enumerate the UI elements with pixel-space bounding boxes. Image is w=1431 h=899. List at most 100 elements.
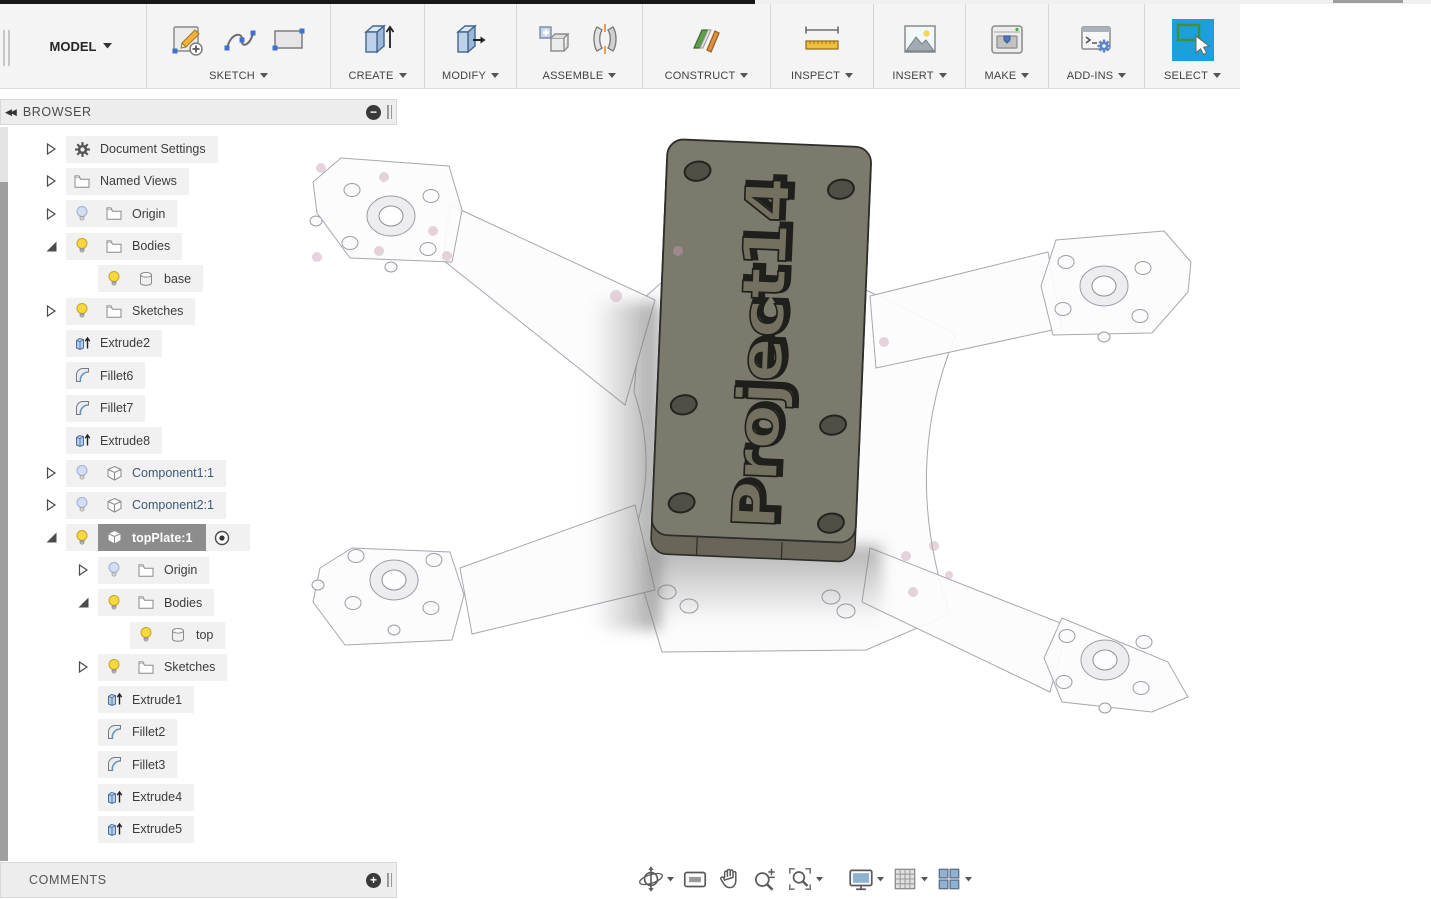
activate-component-radio-icon[interactable] [206,524,238,551]
plus-circle-icon[interactable]: + [366,873,381,888]
fit-tool[interactable] [784,864,825,894]
tree-item-label: Sketches [132,304,183,318]
tree-row-extrude2[interactable]: Extrude2 [0,330,162,357]
measure-tool-icon[interactable] [800,20,844,60]
arrow-spacer [36,427,66,454]
chevron-down-icon [921,877,928,882]
tree-item-label: Fillet6 [100,369,133,383]
tree-row-origin[interactable]: Origin [0,200,177,227]
visibility-bulb-icon[interactable] [66,524,98,551]
spline-tool-icon[interactable] [219,20,259,60]
tree-row-top[interactable]: top [0,622,225,649]
arrow-spacer [68,816,98,843]
visibility-bulb-icon[interactable] [66,233,98,260]
insert-image-icon[interactable] [900,20,940,60]
select-menu[interactable]: SELECT [1164,70,1221,85]
expand-arrow-icon[interactable] [36,460,66,487]
visibility-bulb-icon[interactable] [66,298,98,325]
viewports-tool[interactable] [933,864,974,894]
press-pull-tool-icon[interactable] [451,20,491,60]
expand-arrow-icon[interactable] [68,654,98,681]
visibility-bulb-icon[interactable] [66,200,98,227]
construction-plane-icon[interactable] [687,20,727,60]
orbit-tool[interactable] [635,864,676,894]
workspace-selector[interactable]: MODEL [16,4,146,88]
assemble-menu[interactable]: ASSEMBLE [543,70,617,85]
expand-arrow-icon[interactable] [36,298,66,325]
chevron-down-icon [103,43,112,49]
tree-row-fillet2[interactable]: Fillet2 [0,719,177,746]
joint-tool-icon[interactable] [585,20,625,60]
collapse-arrow-icon[interactable] [36,233,66,260]
toolbar-group-create: CREATE [330,4,424,88]
rectangle-tool-icon[interactable] [269,20,309,60]
tree-row-extrude8[interactable]: Extrude8 [0,427,162,454]
comments-panel-header[interactable]: COMMENTS + [0,862,397,898]
insert-menu[interactable]: INSERT [892,70,946,85]
zoom-tool[interactable] [749,864,781,894]
chevron-down-icon [1118,73,1126,79]
extrude-tool-icon[interactable] [358,20,398,60]
display-settings-tool[interactable] [845,864,886,894]
collapse-arrow-icon[interactable] [68,589,98,616]
arrow-spacer [36,330,66,357]
tree-row-sketches[interactable]: Sketches [0,654,227,681]
tree-row-sketches[interactable]: Sketches [0,298,195,325]
display-settings-icon [847,865,875,893]
tree-row-fillet7[interactable]: Fillet7 [0,395,145,422]
chevron-down-icon [965,877,972,882]
tree-row-extrude1[interactable]: Extrude1 [0,686,194,713]
tree-row-extrude4[interactable]: Extrude4 [0,784,194,811]
selected-item-highlight[interactable]: topPlate:1 [98,524,206,551]
tree-row-document-settings[interactable]: Document Settings [0,136,218,163]
expand-arrow-icon[interactable] [36,492,66,519]
toolbar-group-sketch: SKETCH [146,4,330,88]
create-menu[interactable]: CREATE [348,70,406,85]
expand-arrow-icon[interactable] [36,200,66,227]
collapse-arrow-icon[interactable] [36,524,66,551]
visibility-bulb-icon[interactable] [98,557,130,584]
expand-arrow-icon[interactable] [36,136,66,163]
tree-row-component1-1[interactable]: Component1:1 [0,460,226,487]
tree-row-fillet3[interactable]: Fillet3 [0,751,177,778]
modify-menu[interactable]: MODIFY [442,70,499,85]
tree-item-label: Extrude2 [100,336,150,350]
expand-arrow-icon[interactable] [68,557,98,584]
arrow-spacer [68,686,98,713]
visibility-bulb-icon[interactable] [98,589,130,616]
visibility-bulb-icon[interactable] [98,654,130,681]
tree-row-base[interactable]: base [0,265,203,292]
tree-row-named-views[interactable]: Named Views [0,168,189,195]
tree-row-component2-1[interactable]: Component2:1 [0,492,226,519]
expand-arrow-icon[interactable] [36,168,66,195]
top-plate-body[interactable]: Project14 Project14 [650,139,871,563]
tree-row-extrude5[interactable]: Extrude5 [0,816,194,843]
3d-print-icon[interactable] [987,20,1027,60]
sketch-menu[interactable]: SKETCH [209,70,268,85]
select-tool-active[interactable] [1172,19,1214,61]
visibility-bulb-icon[interactable] [66,492,98,519]
visibility-bulb-icon[interactable] [66,460,98,487]
tree-item-label: Sketches [164,660,215,674]
look-at-tool[interactable] [679,864,711,894]
visibility-bulb-icon[interactable] [98,265,130,292]
construct-menu[interactable]: CONSTRUCT [665,70,749,85]
addins-menu[interactable]: ADD-INS [1067,70,1127,85]
toolbar-drag-handle[interactable] [0,4,16,88]
new-component-icon[interactable] [535,20,575,60]
grid-settings-tool[interactable] [889,864,930,894]
panel-resize-handle[interactable] [387,873,392,887]
tree-row-topplate-1[interactable]: topPlate:1 [0,524,250,551]
visibility-bulb-icon[interactable] [130,622,162,649]
inspect-menu[interactable]: INSPECT [791,70,853,85]
create-sketch-icon[interactable] [169,20,209,60]
make-menu[interactable]: MAKE [985,70,1030,85]
tree-row-origin[interactable]: Origin [0,557,209,584]
tree-row-bodies[interactable]: Bodies [0,589,214,616]
tree-row-fillet6[interactable]: Fillet6 [0,362,145,389]
scripts-addins-icon[interactable] [1077,20,1117,60]
pan-tool[interactable] [714,864,746,894]
tree-row-bodies[interactable]: Bodies [0,233,182,260]
tree-item-label: Bodies [164,596,202,610]
folder-icon [130,557,162,584]
